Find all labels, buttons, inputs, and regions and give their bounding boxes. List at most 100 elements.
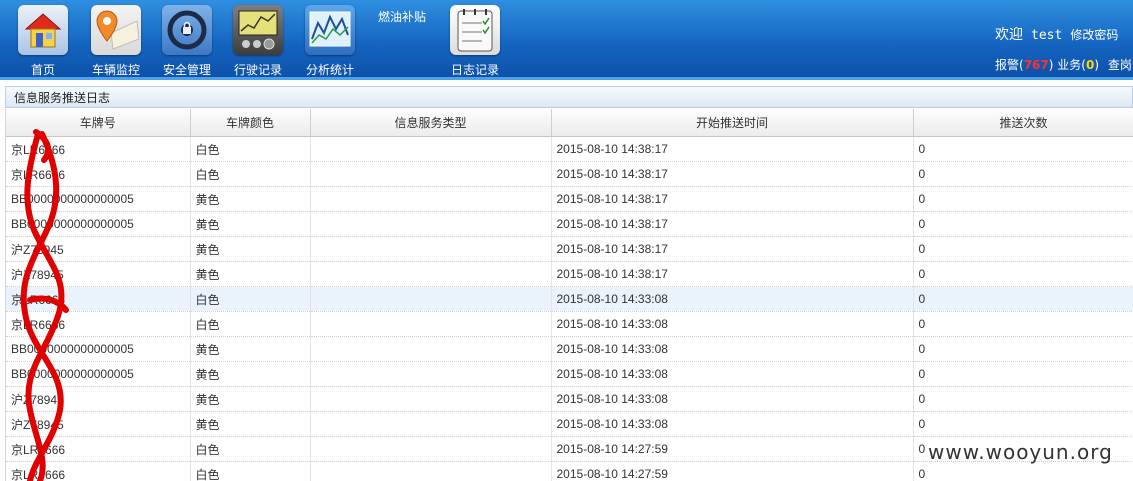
cell-start-time: 2015-08-10 14:33:08 (551, 286, 914, 312)
cell-plate-color: 黄色 (190, 361, 311, 387)
table-row[interactable]: 沪Z78945 黄色 2015-08-10 14:33:08 0 (6, 411, 1133, 437)
cell-plate-color: 白色 (190, 136, 311, 162)
steering-lock-icon (162, 5, 212, 55)
query-link[interactable]: 查岗 (1108, 58, 1132, 72)
cell-push-count: 0 (913, 236, 1133, 262)
cell-push-count: 0 (913, 211, 1133, 237)
welcome-text: 欢迎 (995, 27, 1023, 43)
cell-plate-color: 黄色 (190, 186, 311, 212)
cell-service-type (310, 411, 552, 437)
nav-driving-record-label: 行驶记录 (233, 63, 282, 77)
cell-push-count: 0 (913, 461, 1133, 481)
cell-start-time: 2015-08-10 14:33:08 (551, 411, 914, 437)
nav-log[interactable]: 日志记录 (445, 5, 505, 78)
nav-home-label: 首页 (30, 63, 55, 77)
column-header-plate[interactable]: 车牌号 (6, 109, 191, 137)
table-row[interactable]: 沪Z78945 黄色 2015-08-10 14:38:17 0 (6, 236, 1133, 262)
cell-plate: 京LR6666 (6, 161, 191, 187)
table-row[interactable]: 京LR6666 白色 2015-08-10 14:27:59 0 (6, 461, 1133, 481)
cell-service-type (310, 461, 552, 481)
cell-service-type (310, 161, 552, 187)
notepad-icon (450, 5, 500, 55)
welcome-bar: 欢迎 test 修改密码 (995, 24, 1118, 44)
nav-home[interactable]: 首页 (13, 5, 73, 78)
table-header-row: 车牌号 车牌颜色 信息服务类型 开始推送时间 推送次数 (6, 109, 1133, 137)
table-row[interactable]: 京LR6666 白色 2015-08-10 14:33:08 0 (6, 286, 1133, 312)
table-row[interactable]: 沪Z78945 黄色 2015-08-10 14:33:08 0 (6, 386, 1133, 412)
nav-vehicle-monitor[interactable]: 车辆监控 (86, 5, 146, 78)
cell-service-type (310, 186, 552, 212)
cell-plate-color: 白色 (190, 436, 311, 462)
cell-plate: BB0000000000000005 (6, 336, 191, 362)
home-icon (18, 5, 68, 55)
nav-driving-record[interactable]: 行驶记录 (228, 5, 288, 78)
panel-title: 信息服务推送日志 (5, 86, 1133, 108)
cell-start-time: 2015-08-10 14:38:17 (551, 136, 914, 162)
cell-plate: BB0000000000000005 (6, 211, 191, 237)
business-link[interactable]: 业务 (1057, 58, 1081, 72)
line-chart-icon (305, 5, 355, 55)
nav-vehicle-monitor-label: 车辆监控 (91, 63, 140, 77)
cell-plate-color: 白色 (190, 311, 311, 337)
cell-plate: BB0000000000000005 (6, 361, 191, 387)
table-row[interactable]: 京LR6666 白色 2015-08-10 14:33:08 0 (6, 311, 1133, 337)
data-grid: 车牌号 车牌颜色 信息服务类型 开始推送时间 推送次数 京LR6666 白色 201… (5, 109, 1133, 481)
column-header-start-time[interactable]: 开始推送时间 (551, 109, 914, 137)
cell-start-time: 2015-08-10 14:33:08 (551, 311, 914, 337)
cell-plate: 沪Z78945 (6, 261, 191, 287)
cell-plate-color: 白色 (190, 286, 311, 312)
cell-plate: BB0000000000000005 (6, 186, 191, 212)
cell-plate: 京LR6666 (6, 136, 191, 162)
table-row[interactable]: BB0000000000000005 黄色 2015-08-10 14:33:08 0 (6, 361, 1133, 387)
cell-start-time: 2015-08-10 14:33:08 (551, 386, 914, 412)
cell-service-type (310, 286, 552, 312)
cell-service-type (310, 311, 552, 337)
cell-plate-color: 黄色 (190, 261, 311, 287)
cell-service-type (310, 136, 552, 162)
nav-safety[interactable]: 安全管理 (157, 5, 217, 78)
top-banner: 首页 车辆监控 安全管理 行驶记录 分析统计 燃油补贴 日志记录 欢迎 test… (0, 0, 1133, 80)
cell-push-count: 0 (913, 136, 1133, 162)
table-row[interactable]: 京LR6666 白色 2015-08-10 14:38:17 0 (6, 136, 1133, 162)
cell-start-time: 2015-08-10 14:27:59 (551, 436, 914, 462)
table-row[interactable]: 京LR6666 白色 2015-08-10 14:38:17 0 (6, 161, 1133, 187)
alarm-count-badge: 767 (1023, 58, 1049, 72)
cell-plate-color: 白色 (190, 161, 311, 187)
cell-plate: 沪Z78945 (6, 236, 191, 262)
tachograph-icon (233, 5, 283, 55)
cell-push-count: 0 (913, 336, 1133, 362)
table-row[interactable]: BB0000000000000005 黄色 2015-08-10 14:38:17 0 (6, 211, 1133, 237)
cell-start-time: 2015-08-10 14:27:59 (551, 461, 914, 481)
status-bar: 报警(767) 业务(0) 查岗 (995, 58, 1132, 72)
column-header-push-count[interactable]: 推送次数 (913, 109, 1133, 137)
cell-service-type (310, 361, 552, 387)
username: test (1031, 28, 1063, 43)
cell-start-time: 2015-08-10 14:38:17 (551, 211, 914, 237)
table-row[interactable]: BB0000000000000005 黄色 2015-08-10 14:33:08 0 (6, 336, 1133, 362)
table-row[interactable]: 沪Z78945 黄色 2015-08-10 14:38:17 0 (6, 261, 1133, 287)
cell-service-type (310, 336, 552, 362)
cell-service-type (310, 236, 552, 262)
cell-plate: 京LR6666 (6, 311, 191, 337)
cell-service-type (310, 211, 552, 237)
cell-plate: 沪Z78945 (6, 411, 191, 437)
table-row[interactable]: BB0000000000000005 黄色 2015-08-10 14:38:17 0 (6, 186, 1133, 212)
change-password-link[interactable]: 修改密码 (1070, 28, 1118, 42)
column-header-plate-color[interactable]: 车牌颜色 (190, 109, 311, 137)
cell-plate-color: 黄色 (190, 386, 311, 412)
cell-service-type (310, 436, 552, 462)
cell-push-count: 0 (913, 311, 1133, 337)
nav-analysis-label: 分析统计 (305, 63, 354, 77)
column-header-service-type[interactable]: 信息服务类型 (310, 109, 552, 137)
cell-start-time: 2015-08-10 14:33:08 (551, 361, 914, 387)
cell-plate: 京LR6666 (6, 461, 191, 481)
cell-plate-color: 黄色 (190, 211, 311, 237)
cell-plate-color: 黄色 (190, 236, 311, 262)
cell-plate-color: 黄色 (190, 411, 311, 437)
cell-service-type (310, 386, 552, 412)
business-count-badge: 0 (1085, 58, 1095, 72)
nav-analysis[interactable]: 分析统计 (300, 5, 360, 78)
alarm-link[interactable]: 报警 (995, 58, 1019, 72)
nav-fuel-subsidy[interactable]: 燃油补贴 (378, 8, 426, 25)
cell-plate: 沪Z78945 (6, 386, 191, 412)
